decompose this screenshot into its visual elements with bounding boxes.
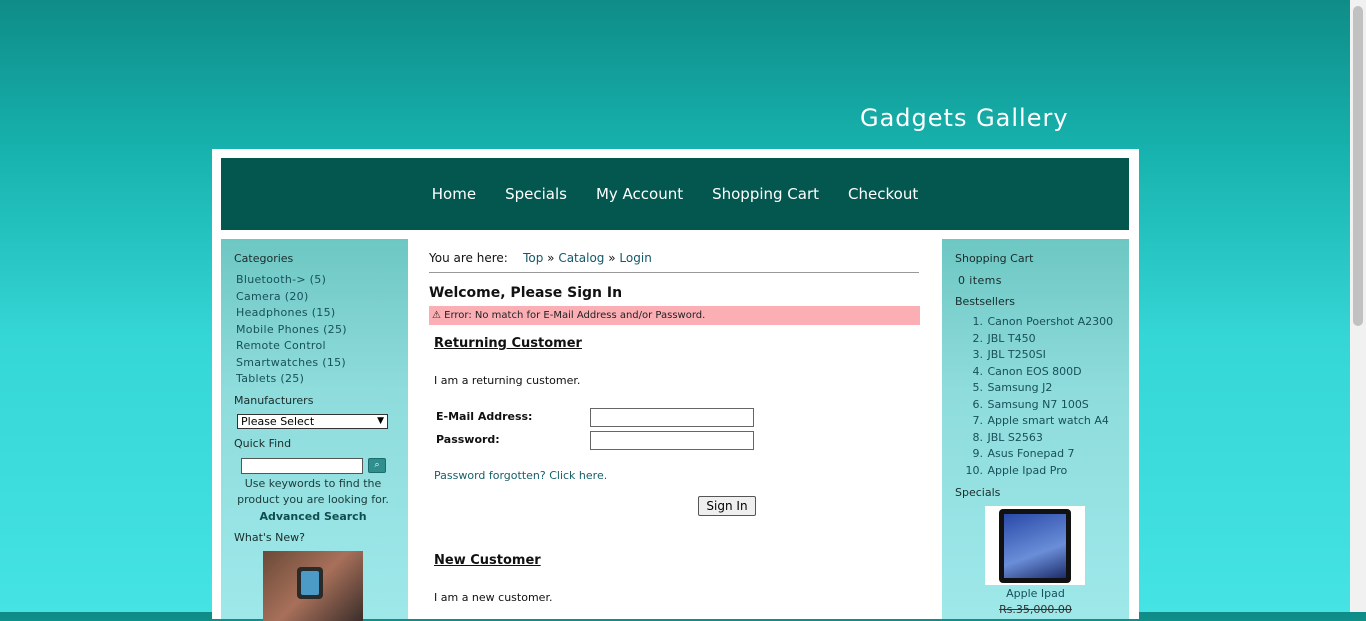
nav-checkout[interactable]: Checkout [848,185,918,203]
warning-icon: ⚠ [432,310,441,321]
breadcrumb-prefix: You are here: [429,251,508,265]
password-label: Password: [436,433,500,446]
right-sidebar: Shopping Cart 0 items Bestsellers 1. Can… [942,239,1129,619]
bestseller-item[interactable]: 6. Samsung N7 100S [959,398,1113,415]
tablet-icon [999,509,1071,583]
bestseller-item[interactable]: 2. JBL T450 [959,332,1113,349]
chevron-down-icon: ▼ [377,416,384,426]
watch-icon [297,567,323,599]
specials-title: Specials [955,486,1001,499]
category-item[interactable]: Headphones (15) [236,306,347,323]
password-field[interactable] [590,431,754,450]
quickfind-help: Use keywords to find the product you are… [237,477,389,506]
password-forgotten-link[interactable]: Password forgotten? Click here. [434,469,607,482]
category-item[interactable]: Mobile Phones (25) [236,323,347,340]
bestseller-item[interactable]: 8. JBL S2563 [959,431,1113,448]
bestsellers-list: 1. Canon Poershot A2300 2. JBL T450 3. J… [959,315,1114,481]
nav-my-account[interactable]: My Account [596,185,683,203]
category-list: Bluetooth-> (5) Camera (20) Headphones (… [236,273,347,389]
bestseller-item[interactable]: 1. Canon Poershot A2300 [959,315,1114,332]
bestseller-item[interactable]: 3. JBL T250SI [959,348,1113,365]
breadcrumb-top[interactable]: Top [523,251,543,265]
sign-in-button[interactable]: Sign In [698,496,756,516]
error-message: ⚠ Error: No match for E-Mail Address and… [429,306,920,325]
divider [429,272,919,273]
category-item[interactable]: Smartwatches (15) [236,356,347,373]
bestseller-item[interactable]: 4. Canon EOS 800D [959,365,1113,382]
main-nav: Home Specials My Account Shopping Cart C… [221,158,1129,230]
new-customer-text: I am a new customer. [434,591,553,604]
category-item[interactable]: Bluetooth-> (5) [236,273,347,290]
new-customer-title: New Customer [434,553,541,568]
bestsellers-title: Bestsellers [955,295,1015,308]
nav-specials[interactable]: Specials [505,185,567,203]
special-product-image[interactable] [985,506,1085,585]
breadcrumb-sep: » [547,251,555,265]
page-title: Welcome, Please Sign In [429,285,623,301]
email-label: E-Mail Address: [436,410,533,423]
bestseller-item[interactable]: 10. Apple Ipad Pro [959,464,1113,481]
breadcrumb: You are here: Top » Catalog » Login [429,251,652,265]
email-field[interactable] [590,408,754,427]
category-item[interactable]: Camera (20) [236,290,347,307]
shopping-cart-title[interactable]: Shopping Cart [955,252,1033,265]
categories-title: Categories [234,252,294,265]
quickfind-input[interactable] [241,458,363,474]
error-text: Error: No match for E-Mail Address and/o… [444,310,706,321]
breadcrumb-catalog[interactable]: Catalog [558,251,604,265]
manufacturer-select-value: Please Select [241,415,315,428]
returning-customer-title: Returning Customer [434,336,582,351]
bestseller-item[interactable]: 9. Asus Fonepad 7 [959,447,1113,464]
returning-customer-text: I am a returning customer. [434,374,581,387]
left-sidebar: Categories Bluetooth-> (5) Camera (20) H… [221,239,408,621]
quickfind-title: Quick Find [234,437,292,450]
breadcrumb-login[interactable]: Login [619,251,651,265]
page-scrollbar[interactable] [1350,0,1366,612]
category-item[interactable]: Remote Control [236,339,347,356]
site-title: Gadgets Gallery [860,104,1069,132]
nav-shopping-cart[interactable]: Shopping Cart [712,185,819,203]
cart-items: 0 items [958,274,1002,287]
manufacturer-select[interactable]: Please Select ▼ [237,414,388,429]
category-item[interactable]: Tablets (25) [236,372,347,389]
breadcrumb-sep: » [608,251,616,265]
new-product-image[interactable] [263,551,363,621]
nav-home[interactable]: Home [432,185,476,203]
search-icon[interactable]: ⌕ [368,458,386,473]
special-product-price: Rs.35,000.00 [999,603,1072,616]
manufacturers-title: Manufacturers [234,394,314,407]
whats-new-title: What's New? [234,531,305,544]
bestseller-item[interactable]: 7. Apple smart watch A4 [959,414,1113,431]
advanced-search-link[interactable]: Advanced Search [221,510,405,523]
bestseller-item[interactable]: 5. Samsung J2 [959,381,1113,398]
scrollbar-thumb[interactable] [1353,6,1363,326]
special-product-name[interactable]: Apple Ipad [942,587,1129,600]
